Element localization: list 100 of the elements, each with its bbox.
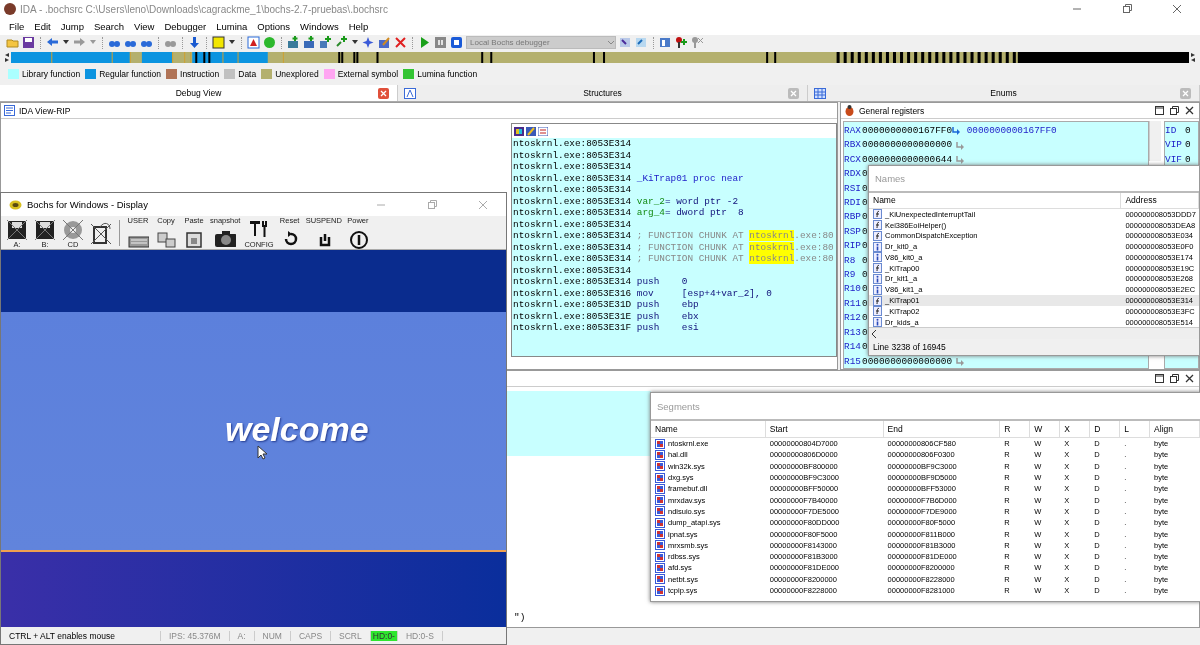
column-header[interactable]: End — [883, 421, 1001, 437]
register-value[interactable]: 0 — [862, 311, 868, 326]
plus-icon[interactable] — [335, 36, 348, 49]
column-header[interactable]: X — [1060, 421, 1091, 437]
register-value[interactable]: 0 — [862, 253, 868, 269]
scroll-arrows-icon[interactable] — [3, 52, 11, 63]
edit-icon[interactable] — [526, 126, 536, 136]
column-header[interactable]: Address — [1121, 192, 1199, 208]
chart-plus-icon[interactable] — [303, 36, 316, 49]
legend-label: Lumina function — [417, 69, 478, 79]
menu-item[interactable]: Lumina — [211, 21, 253, 32]
graph-icon[interactable] — [538, 126, 548, 136]
save-icon[interactable] — [22, 36, 35, 49]
register-value[interactable]: 0 — [862, 325, 868, 341]
menu-item[interactable]: File — [4, 21, 30, 32]
register-value[interactable]: 0 — [862, 181, 868, 197]
tab[interactable]: Debug View — [0, 85, 398, 101]
code-line: ntoskrnl.exe:8053E31D push ebp — [512, 299, 700, 311]
flag-value[interactable]: 0 — [1185, 138, 1191, 153]
code-line: ntoskrnl.exe:8053E314 ; FUNCTION CHUNK AT ntoskrnl.exe:80 — [512, 253, 835, 265]
restore-button[interactable] — [1122, 4, 1132, 14]
segment-icon — [655, 562, 665, 573]
menu-item[interactable]: Jump — [55, 21, 89, 32]
code-line: ntoskrnl.exe:8053E314 _KiTrap01 proc near — [512, 172, 745, 184]
plus-icon[interactable] — [319, 36, 332, 49]
dot-icon[interactable] — [263, 36, 276, 49]
maximize-icon[interactable] — [1155, 374, 1164, 383]
close-icon[interactable] — [1185, 374, 1194, 383]
flag-value[interactable]: 0 — [1185, 152, 1191, 168]
code-line: ntoskrnl.exe:8053E31F push esi — [512, 322, 700, 334]
menu-item[interactable]: Search — [88, 21, 130, 32]
close-icon[interactable] — [1185, 106, 1194, 115]
chip-icon — [9, 199, 22, 210]
pause-icon[interactable] — [434, 36, 447, 49]
sparkle-icon[interactable] — [362, 36, 375, 49]
stack-icon[interactable] — [659, 36, 672, 49]
register-value[interactable]: 0 — [862, 340, 868, 355]
column-header[interactable]: Align — [1150, 421, 1200, 437]
legend-label: Instruction — [180, 69, 220, 79]
restore-icon[interactable] — [1170, 374, 1179, 383]
status-field: CAPS — [290, 630, 332, 641]
register-value[interactable]: 0 — [862, 296, 868, 312]
chart-plus-icon[interactable] — [287, 36, 300, 49]
close-button[interactable] — [1172, 4, 1182, 14]
window-title: Bochs for Windows - Display — [27, 199, 148, 210]
register-value[interactable]: 0 — [862, 210, 868, 225]
flag-value[interactable]: 0 — [1185, 124, 1191, 139]
column-header[interactable]: D — [1090, 421, 1121, 437]
column-header[interactable]: Start — [765, 421, 884, 437]
register-value[interactable]: 0 — [862, 268, 868, 283]
menu-item[interactable]: Debugger — [159, 21, 212, 32]
down-arrow-icon[interactable] — [188, 36, 201, 49]
register-link[interactable]: 0000000000167FF0 — [961, 124, 1057, 139]
menu-item[interactable]: Windows — [295, 21, 344, 32]
column-header[interactable]: W — [1030, 421, 1061, 437]
register-name: R8 — [844, 253, 857, 268]
register-value[interactable]: 0000000000000000 — [862, 138, 952, 153]
legend-label: External symbol — [337, 69, 399, 79]
status-field: A: — [229, 630, 255, 641]
column-header[interactable]: Name — [869, 192, 1122, 208]
flag-name: VIF — [1165, 152, 1183, 167]
letter-box-icon[interactable] — [212, 36, 225, 49]
register-value[interactable]: 0000000000000000 — [862, 354, 952, 369]
navigation-band[interactable] — [11, 52, 1189, 63]
scrollbar[interactable] — [1149, 121, 1161, 161]
function-icon — [873, 220, 882, 231]
horizontal-scrollbar[interactable] — [869, 327, 1199, 339]
register-value[interactable]: 0 — [862, 224, 868, 240]
edit-icon[interactable] — [378, 36, 391, 49]
register-value[interactable]: 0000000000000644 — [862, 152, 952, 168]
maximize-icon[interactable] — [1155, 106, 1164, 115]
info-icon — [873, 284, 882, 295]
register-value[interactable]: 0 — [862, 239, 868, 254]
restore-icon[interactable] — [1170, 106, 1179, 115]
register-name: R15 — [844, 354, 862, 369]
register-value[interactable]: 0 — [862, 196, 868, 211]
drive-icon[interactable] — [90, 220, 112, 245]
register-name: RBP — [844, 210, 862, 225]
warning-icon[interactable] — [247, 36, 260, 49]
legend-label: Regular function — [99, 69, 162, 79]
segment-icon — [655, 495, 665, 506]
register-value[interactable]: 0 — [862, 167, 868, 182]
register-value[interactable]: 0000000000167FF0 — [862, 124, 952, 139]
menu-item[interactable]: View — [129, 21, 160, 32]
palette-icon[interactable] — [514, 126, 524, 136]
column-header[interactable]: L — [1120, 421, 1151, 437]
stop-icon[interactable] — [450, 36, 463, 49]
code-line: ntoskrnl.exe:8053E316 mov [esp+4+var_2], 0 — [512, 287, 773, 299]
register-name: R11 — [844, 296, 862, 311]
menu-item[interactable]: Options — [252, 21, 296, 32]
segment-icon — [655, 529, 665, 539]
menu-item[interactable]: Help — [343, 21, 374, 32]
column-header[interactable]: Name — [651, 421, 766, 437]
register-value[interactable]: 0 — [862, 282, 868, 297]
back-arrow-icon[interactable] — [46, 36, 59, 49]
menu-item[interactable]: Edit — [29, 21, 56, 32]
column-header[interactable]: R — [1000, 421, 1031, 437]
scroll-arrows-icon[interactable] — [1189, 52, 1197, 63]
segment-icon — [655, 506, 665, 517]
breakpoint-icon[interactable] — [675, 36, 688, 49]
